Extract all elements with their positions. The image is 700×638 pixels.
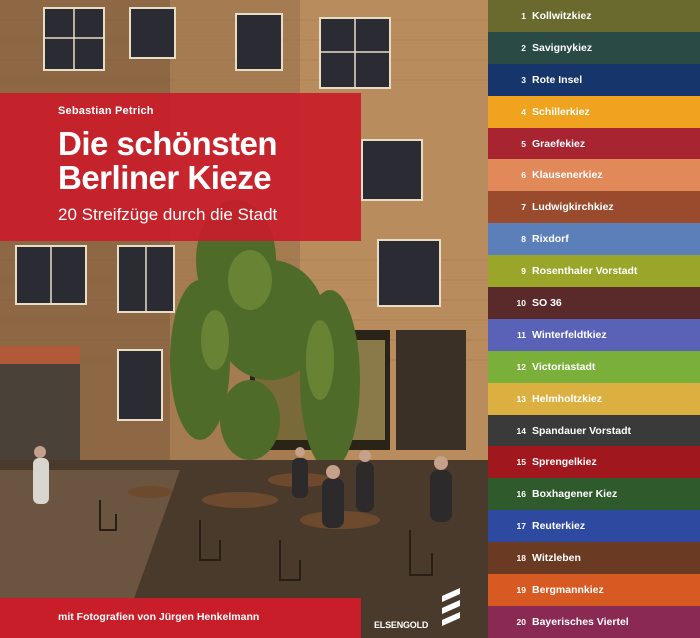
kiez-number: 6	[521, 170, 526, 181]
kiez-name: Ludwigkirchkiez	[532, 201, 614, 214]
kiez-number: 7	[521, 202, 526, 213]
kiez-name: Bayerisches Viertel	[532, 615, 629, 628]
book-title: Die schönsten Berliner Kieze	[58, 125, 278, 196]
kiez-name: Helmholtzkiez	[532, 392, 603, 405]
photographer-credit: mit Fotografien von Jürgen Henkelmann	[58, 611, 260, 623]
kiez-number: 19	[516, 584, 526, 595]
kiez-name: Rosenthaler Vorstadt	[532, 265, 638, 278]
book-cover: Sebastian Petrich Die schönsten Berliner…	[0, 0, 700, 638]
kiez-number: 20	[516, 616, 526, 627]
kiez-item: 14 Spandauer Vorstadt	[488, 414, 700, 447]
kiez-item: 3 Rote Insel	[488, 63, 700, 96]
kiez-number: 10	[516, 297, 526, 308]
kiez-number: 9	[521, 266, 526, 277]
kiez-item: 13 Helmholtzkiez	[488, 382, 700, 415]
kiez-name: Schillerkiez	[532, 105, 590, 118]
kiez-name: Victoriastadt	[532, 360, 596, 373]
kiez-item: 1 Kollwitzkiez	[488, 0, 700, 32]
kiez-name: Kollwitzkiez	[532, 9, 592, 22]
publisher-name: ELSENGOLD	[374, 620, 429, 630]
kiez-item: 20 Bayerisches Viertel	[488, 605, 700, 638]
kiez-number: 3	[521, 74, 526, 85]
kiez-item: 7 Ludwigkirchkiez	[488, 191, 700, 224]
kiez-number: 2	[521, 42, 526, 53]
kiez-item: 12 Victoriastadt	[488, 350, 700, 383]
kiez-number: 18	[516, 553, 526, 564]
kiez-number: 11	[517, 329, 526, 340]
kiez-number: 15	[516, 457, 526, 468]
kiez-item: 6 Klausenerkiez	[488, 159, 700, 192]
author-name: Sebastian Petrich	[58, 105, 154, 117]
kiez-name: SO 36	[532, 296, 562, 309]
kiez-item: 16 Boxhagener Kiez	[488, 478, 700, 511]
title-box: Sebastian Petrich Die schönsten Berliner…	[0, 93, 361, 241]
kiez-number: 12	[516, 361, 526, 372]
photographer-bar: mit Fotografien von Jürgen Henkelmann	[0, 598, 361, 638]
kiez-name: Graefekiez	[532, 137, 586, 150]
title-line-1: Die schönsten	[58, 125, 278, 162]
kiez-number: 4	[521, 106, 526, 117]
kiez-item: 2 Savignykiez	[488, 31, 700, 64]
kiez-name: Savignykiez	[532, 41, 593, 54]
kiez-number: 14	[516, 425, 526, 436]
kiez-number: 16	[516, 489, 526, 500]
kiez-name: Rote Insel	[532, 73, 583, 86]
kiez-name: Spandauer Vorstadt	[532, 424, 631, 437]
kiez-item: 15 Sprengelkiez	[488, 446, 700, 479]
kiez-number: 8	[521, 234, 526, 245]
kiez-name: Rixdorf	[532, 233, 569, 246]
kiez-number: 1	[521, 10, 526, 21]
kiez-item: 9 Rosenthaler Vorstadt	[488, 255, 700, 288]
publisher-logo: ELSENGOLD	[374, 588, 464, 634]
kiez-item: 17 Reuterkiez	[488, 510, 700, 543]
kiez-name: Boxhagener Kiez	[532, 488, 618, 501]
kiez-item: 5 Graefekiez	[488, 127, 700, 160]
title-line-2: Berliner Kieze	[58, 159, 272, 196]
neighbourhood-list: 1 Kollwitzkiez 2 Savignykiez 3 Rote Insel 4 Sch…	[488, 0, 700, 638]
kiez-name: Reuterkiez	[532, 520, 586, 533]
kiez-name: Winterfeldtkiez	[532, 328, 607, 341]
kiez-name: Bergmannkiez	[532, 583, 604, 596]
kiez-name: Witzleben	[532, 552, 581, 565]
kiez-number: 5	[521, 138, 526, 149]
kiez-name: Klausenerkiez	[532, 169, 603, 182]
kiez-item: 10 SO 36	[488, 287, 700, 319]
kiez-number: 13	[516, 393, 526, 404]
kiez-item: 19 Bergmannkiez	[488, 574, 700, 606]
kiez-number: 17	[516, 521, 526, 532]
kiez-item: 11 Winterfeldtkiez	[488, 318, 700, 351]
book-subtitle: 20 Streifzüge durch die Stadt	[58, 205, 278, 224]
kiez-name: Sprengelkiez	[532, 456, 597, 469]
kiez-item: 4 Schillerkiez	[488, 95, 700, 128]
kiez-item: 8 Rixdorf	[488, 223, 700, 256]
kiez-item: 18 Witzleben	[488, 542, 700, 575]
publisher-mark-icon	[442, 588, 460, 626]
